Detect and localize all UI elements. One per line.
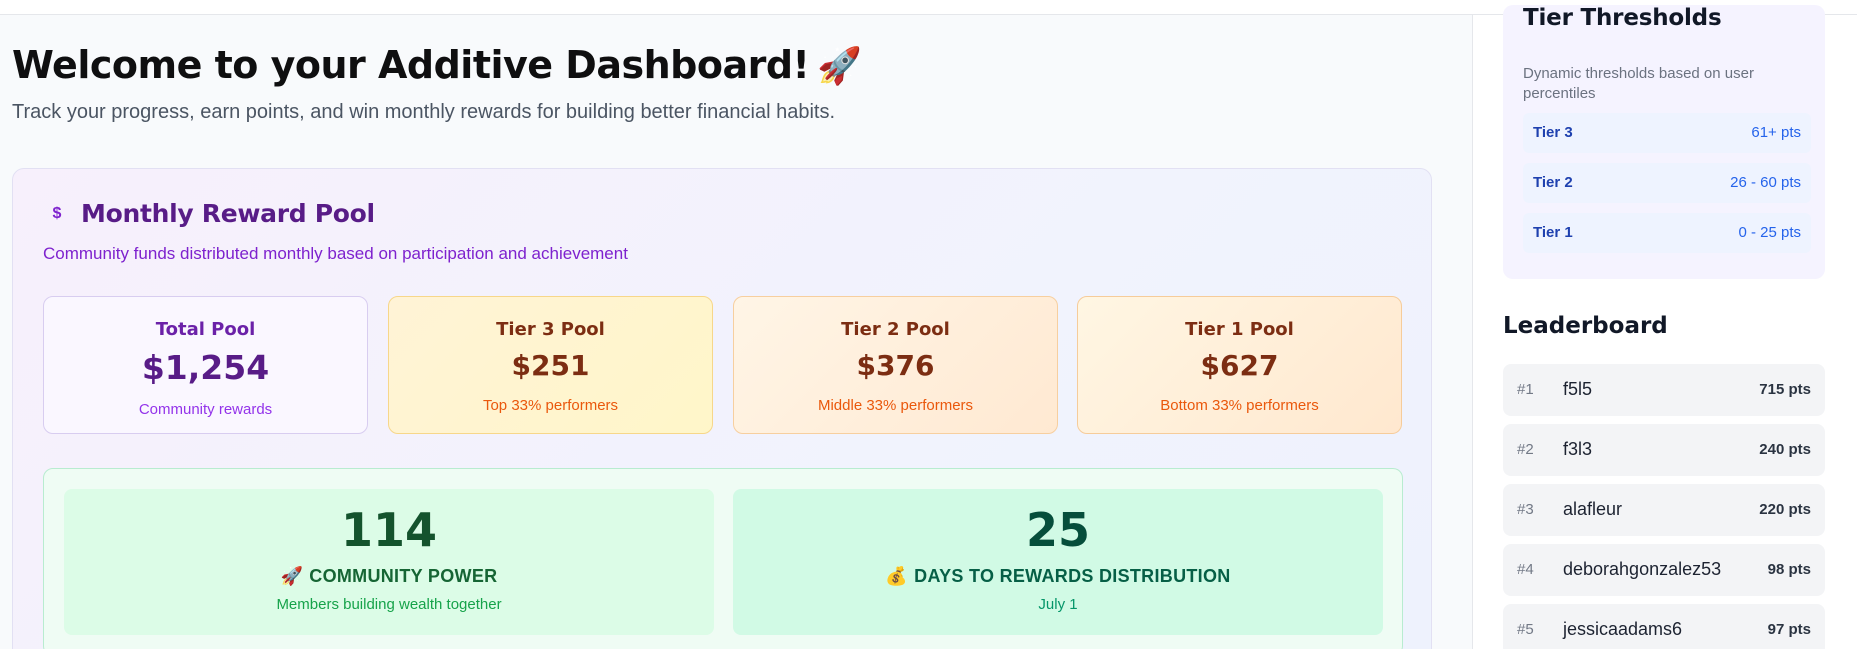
leaderboard-rank: #2 bbox=[1517, 441, 1534, 458]
tier-3-pool-tile: Tier 3 Pool $251 Top 33% performers bbox=[388, 296, 713, 434]
tile-label: Tier 3 Pool bbox=[496, 319, 605, 340]
threshold-range: 61+ pts bbox=[1751, 124, 1801, 141]
leaderboard-points: 98 pts bbox=[1767, 561, 1811, 578]
tier-thresholds-title: Tier Thresholds bbox=[1523, 5, 1722, 31]
reward-pool-description: Community funds distributed monthly base… bbox=[43, 244, 628, 263]
threshold-range: 26 - 60 pts bbox=[1730, 174, 1801, 191]
threshold-range: 0 - 25 pts bbox=[1738, 224, 1801, 241]
tier-thresholds-description: Dynamic thresholds based on user percent… bbox=[1523, 65, 1754, 102]
leaderboard-rank: #4 bbox=[1517, 561, 1534, 578]
tile-value: $251 bbox=[511, 349, 590, 382]
reward-pool-title: Monthly Reward Pool bbox=[81, 199, 375, 228]
days-to-distribution-value: 25 bbox=[1025, 503, 1090, 557]
dollar-icon: $ bbox=[52, 204, 62, 222]
leaderboard-title: Leaderboard bbox=[1503, 313, 1668, 339]
tier-thresholds-card: Tier Thresholds Dynamic thresholds based… bbox=[1503, 5, 1825, 279]
community-power-value: 114 bbox=[340, 503, 438, 557]
leaderboard-points: 715 pts bbox=[1759, 381, 1811, 398]
community-power-label: 🚀 COMMUNITY POWER bbox=[64, 566, 714, 587]
tile-label: Tier 2 Pool bbox=[841, 319, 950, 340]
threshold-row-tier-2: Tier 2 26 - 60 pts bbox=[1523, 163, 1811, 203]
threshold-tier-name: Tier 2 bbox=[1533, 174, 1573, 191]
days-to-distribution-label: 💰 DAYS TO REWARDS DISTRIBUTION bbox=[733, 566, 1383, 587]
leaderboard-rank: #3 bbox=[1517, 501, 1534, 518]
leaderboard-row[interactable]: #5 jessicaadams6 97 pts bbox=[1503, 604, 1825, 649]
page-title: Welcome to your Additive Dashboard! 🚀 bbox=[12, 43, 862, 87]
leaderboard-points: 220 pts bbox=[1759, 501, 1811, 518]
leaderboard-username: f3l3 bbox=[1563, 439, 1593, 459]
threshold-tier-name: Tier 3 bbox=[1533, 124, 1573, 141]
page-subtitle: Track your progress, earn points, and wi… bbox=[12, 101, 835, 123]
tile-subtext: Top 33% performers bbox=[482, 397, 619, 414]
tile-subtext: Community rewards bbox=[138, 401, 273, 418]
tile-label: Total Pool bbox=[155, 319, 256, 340]
tile-subtext: Middle 33% performers bbox=[817, 397, 974, 414]
tile-value: $1,254 bbox=[141, 348, 270, 387]
tier-2-pool-tile: Tier 2 Pool $376 Middle 33% performers bbox=[733, 296, 1058, 434]
tile-subtext: Bottom 33% performers bbox=[1160, 397, 1319, 414]
rocket-icon: 🚀 bbox=[817, 46, 862, 87]
tier-1-pool-tile: Tier 1 Pool $627 Bottom 33% performers bbox=[1077, 296, 1402, 434]
tile-label: Tier 1 Pool bbox=[1185, 319, 1294, 340]
community-power-subtext: Members building wealth together bbox=[276, 596, 502, 613]
leaderboard-username: alafleur bbox=[1563, 499, 1623, 519]
threshold-row-tier-3: Tier 3 61+ pts bbox=[1523, 113, 1811, 153]
leaderboard-row[interactable]: #3 alafleur 220 pts bbox=[1503, 484, 1825, 536]
leaderboard-points: 240 pts bbox=[1759, 441, 1811, 458]
tile-value: $627 bbox=[1200, 349, 1279, 382]
leaderboard-username: jessicaadams6 bbox=[1563, 619, 1683, 639]
days-to-distribution-stat: 25 💰 DAYS TO REWARDS DISTRIBUTION July 1 bbox=[733, 489, 1383, 635]
leaderboard-rank: #5 bbox=[1517, 621, 1534, 638]
community-power-stat: 114 🚀 COMMUNITY POWER Members building we… bbox=[64, 489, 714, 635]
threshold-row-tier-1: Tier 1 0 - 25 pts bbox=[1523, 213, 1811, 253]
community-power-label-text: COMMUNITY POWER bbox=[309, 566, 498, 586]
reward-pool-header: $ Monthly Reward Pool bbox=[43, 199, 376, 228]
days-to-distribution-label-text: DAYS TO REWARDS DISTRIBUTION bbox=[914, 566, 1231, 586]
distribution-date: July 1 bbox=[1038, 596, 1078, 613]
leaderboard-username: deborahgonzalez53 bbox=[1563, 559, 1722, 579]
leaderboard-rank: #1 bbox=[1517, 381, 1534, 398]
pool-tiles: Total Pool $1,254 Community rewards Tier… bbox=[43, 296, 1403, 434]
leaderboard-row[interactable]: #4 deborahgonzalez53 98 pts bbox=[1503, 544, 1825, 596]
sidebar: Tier Thresholds Dynamic thresholds based… bbox=[1472, 5, 1857, 649]
money-bag-icon: 💰 bbox=[885, 566, 909, 586]
leaderboard-row[interactable]: #2 f3l3 240 pts bbox=[1503, 424, 1825, 476]
reward-pool-card: $ Monthly Reward Pool Community funds di… bbox=[12, 168, 1432, 649]
rocket-icon: 🚀 bbox=[280, 566, 304, 586]
main-content: Welcome to your Additive Dashboard! 🚀 Tra… bbox=[0, 15, 1472, 649]
leaderboard-row[interactable]: #1 f5l5 715 pts bbox=[1503, 364, 1825, 416]
leaderboard-points: 97 pts bbox=[1767, 621, 1811, 638]
page-title-text: Welcome to your Additive Dashboard! bbox=[12, 43, 810, 87]
tile-value: $376 bbox=[856, 349, 935, 382]
community-stats: 114 🚀 COMMUNITY POWER Members building we… bbox=[43, 468, 1403, 649]
threshold-tier-name: Tier 1 bbox=[1533, 224, 1573, 241]
total-pool-tile: Total Pool $1,254 Community rewards bbox=[43, 296, 368, 434]
leaderboard-username: f5l5 bbox=[1563, 379, 1593, 399]
